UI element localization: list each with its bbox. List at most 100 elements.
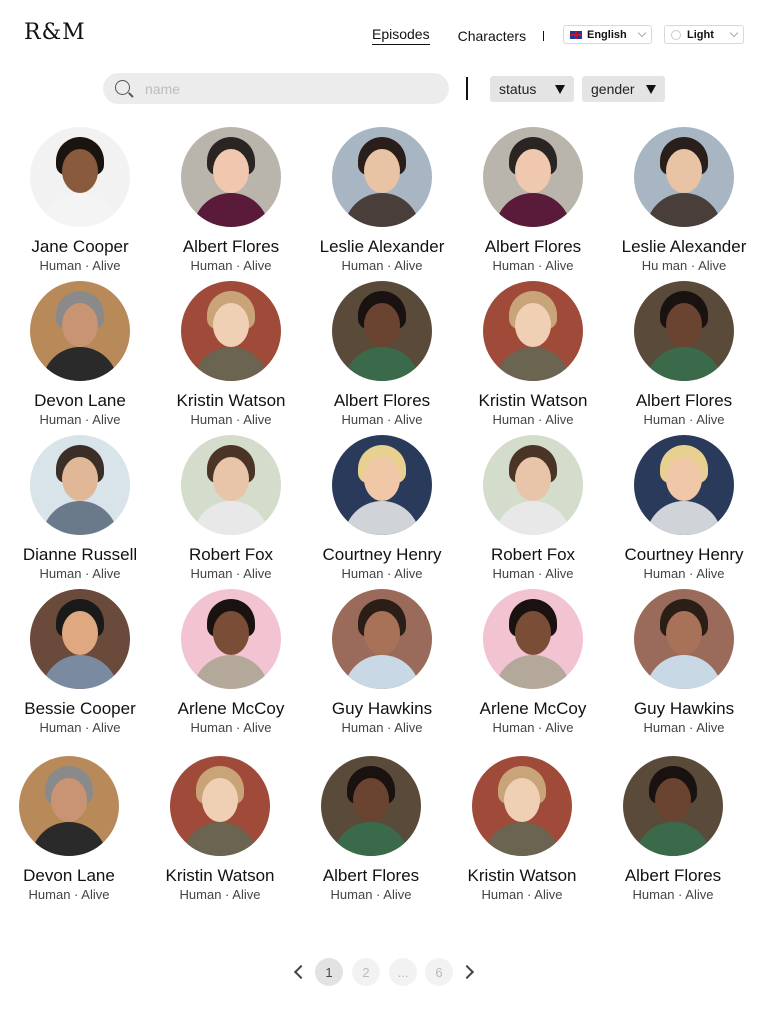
character-species-status: Human · Alive xyxy=(341,566,423,581)
character-avatar[interactable] xyxy=(30,281,130,381)
character-card[interactable]: Albert Flores Human · Alive xyxy=(307,281,457,427)
character-avatar[interactable] xyxy=(623,756,723,856)
app-logo[interactable]: R&M xyxy=(24,20,86,45)
character-species-status: Human · Alive xyxy=(179,887,261,902)
character-name[interactable]: Bessie Cooper xyxy=(5,699,155,719)
character-card[interactable]: Albert Flores Human · Alive xyxy=(458,127,608,273)
theme-circle-icon xyxy=(671,29,681,40)
character-avatar[interactable] xyxy=(483,281,583,381)
character-species-status: Human · Alive xyxy=(341,720,423,735)
uk-flag-icon xyxy=(570,30,582,39)
character-name[interactable]: Leslie Alexander xyxy=(307,237,457,257)
character-name[interactable]: Robert Fox xyxy=(458,545,608,565)
character-name[interactable]: Albert Flores xyxy=(296,866,446,886)
character-name[interactable]: Dianne Russell xyxy=(5,545,155,565)
character-species-status: Human · Alive xyxy=(39,720,121,735)
character-avatar[interactable] xyxy=(19,756,119,856)
character-card[interactable]: Robert Fox Human · Alive xyxy=(156,435,306,581)
character-name[interactable]: Arlene McCoy xyxy=(458,699,608,719)
character-avatar[interactable] xyxy=(483,127,583,227)
character-avatar[interactable] xyxy=(332,281,432,381)
character-avatar[interactable] xyxy=(181,589,281,689)
search-input[interactable] xyxy=(145,80,425,97)
character-card[interactable]: Arlene McCoy Human · Alive xyxy=(458,589,608,735)
character-card[interactable]: Albert Flores Human · Alive xyxy=(156,127,306,273)
character-avatar[interactable] xyxy=(332,435,432,535)
character-card[interactable]: Courtney Henry Human · Alive xyxy=(307,435,457,581)
character-name[interactable]: Courtney Henry xyxy=(609,545,759,565)
character-species-status: Human · Alive xyxy=(190,720,272,735)
character-name[interactable]: Guy Hawkins xyxy=(307,699,457,719)
character-name[interactable]: Albert Flores xyxy=(156,237,306,257)
character-avatar[interactable] xyxy=(170,756,270,856)
character-avatar[interactable] xyxy=(181,127,281,227)
nav-episodes[interactable]: Episodes xyxy=(372,26,430,45)
character-avatar[interactable] xyxy=(483,589,583,689)
nav-characters[interactable]: Characters xyxy=(458,28,526,44)
character-card[interactable]: Guy Hawkins Human · Alive xyxy=(307,589,457,735)
character-avatar[interactable] xyxy=(30,435,130,535)
character-card[interactable]: Bessie Cooper Human · Alive xyxy=(5,589,155,735)
character-card[interactable]: Albert Flores Human · Alive xyxy=(609,281,759,427)
character-name[interactable]: Jane Cooper xyxy=(5,237,155,257)
character-name[interactable]: Kristin Watson xyxy=(145,866,295,886)
character-name[interactable]: Arlene McCoy xyxy=(156,699,306,719)
gender-filter[interactable]: gender xyxy=(582,76,665,102)
character-card[interactable]: Kristin Watson Human · Alive xyxy=(145,756,295,902)
character-card[interactable]: Kristin Watson Human · Alive xyxy=(156,281,306,427)
character-species-status: Human · Alive xyxy=(632,887,714,902)
character-avatar[interactable] xyxy=(634,127,734,227)
character-avatar[interactable] xyxy=(634,281,734,381)
status-filter[interactable]: status xyxy=(490,76,574,102)
character-card[interactable]: Albert Flores Human · Alive xyxy=(296,756,446,902)
character-avatar[interactable] xyxy=(472,756,572,856)
character-card[interactable]: Kristin Watson Human · Alive xyxy=(447,756,597,902)
character-avatar[interactable] xyxy=(634,589,734,689)
character-avatar[interactable] xyxy=(332,127,432,227)
character-species-status: Human · Alive xyxy=(190,412,272,427)
character-name[interactable]: Albert Flores xyxy=(609,391,759,411)
theme-select[interactable]: Light xyxy=(664,25,744,44)
character-avatar[interactable] xyxy=(321,756,421,856)
character-name[interactable]: Albert Flores xyxy=(598,866,748,886)
character-card[interactable]: Courtney Henry Human · Alive xyxy=(609,435,759,581)
character-card[interactable]: Kristin Watson Human · Alive xyxy=(458,281,608,427)
character-name[interactable]: Courtney Henry xyxy=(307,545,457,565)
chevron-down-icon xyxy=(637,28,647,38)
character-name[interactable]: Leslie Alexander xyxy=(609,237,759,257)
character-name[interactable]: Guy Hawkins xyxy=(609,699,759,719)
character-card[interactable]: Arlene McCoy Human · Alive xyxy=(156,589,306,735)
page-ellipsis[interactable]: ... xyxy=(389,958,417,986)
character-card[interactable]: Albert Flores Human · Alive xyxy=(598,756,748,902)
search-bar[interactable] xyxy=(103,73,449,104)
chevron-right-icon[interactable] xyxy=(459,964,475,980)
character-avatar[interactable] xyxy=(332,589,432,689)
character-card[interactable]: Devon Lane Human · Alive xyxy=(5,281,155,427)
character-name[interactable]: Kristin Watson xyxy=(458,391,608,411)
chevron-left-icon[interactable] xyxy=(293,964,309,980)
character-name[interactable]: Albert Flores xyxy=(307,391,457,411)
character-avatar[interactable] xyxy=(30,589,130,689)
character-card[interactable]: Devon Lane Human · Alive xyxy=(0,756,144,902)
page-button-2[interactable]: 2 xyxy=(352,958,380,986)
character-card[interactable]: Leslie Alexander Human · Alive xyxy=(307,127,457,273)
character-avatar[interactable] xyxy=(483,435,583,535)
character-name[interactable]: Kristin Watson xyxy=(447,866,597,886)
character-avatar[interactable] xyxy=(181,435,281,535)
language-select[interactable]: English xyxy=(563,25,652,44)
character-name[interactable]: Devon Lane xyxy=(0,866,144,886)
character-name[interactable]: Robert Fox xyxy=(156,545,306,565)
character-name[interactable]: Kristin Watson xyxy=(156,391,306,411)
character-card[interactable]: Jane Cooper Human · Alive xyxy=(5,127,155,273)
character-name[interactable]: Albert Flores xyxy=(458,237,608,257)
page-button-6[interactable]: 6 xyxy=(425,958,453,986)
character-card[interactable]: Guy Hawkins Human · Alive xyxy=(609,589,759,735)
character-name[interactable]: Devon Lane xyxy=(5,391,155,411)
character-card[interactable]: Dianne Russell Human · Alive xyxy=(5,435,155,581)
character-card[interactable]: Leslie Alexander Hu man · Alive xyxy=(609,127,759,273)
character-avatar[interactable] xyxy=(634,435,734,535)
character-avatar[interactable] xyxy=(30,127,130,227)
character-avatar[interactable] xyxy=(181,281,281,381)
page-button-1[interactable]: 1 xyxy=(315,958,343,986)
character-card[interactable]: Robert Fox Human · Alive xyxy=(458,435,608,581)
